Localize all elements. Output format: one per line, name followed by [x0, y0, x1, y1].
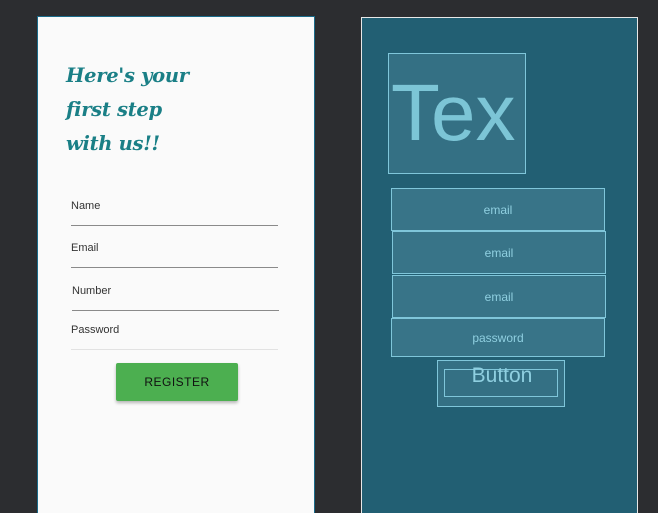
- blueprint-textview[interactable]: Tex: [388, 53, 526, 174]
- blueprint-textview-text: Tex: [391, 68, 516, 157]
- blueprint-button-label: Button: [471, 364, 533, 387]
- blueprint-preview: Tex email email email password Button: [361, 17, 638, 513]
- name-field[interactable]: Name: [71, 195, 278, 226]
- page-heading: Here's your first step with us!!: [66, 59, 266, 161]
- number-field[interactable]: Number: [72, 280, 279, 311]
- heading-line-1: Here's your: [66, 64, 189, 87]
- password-field[interactable]: Password: [71, 319, 278, 350]
- heading-line-3: with us!!: [66, 132, 160, 155]
- email-field-label: Email: [71, 242, 99, 254]
- blueprint-input-email-1[interactable]: email: [391, 188, 605, 231]
- register-button[interactable]: REGISTER: [116, 363, 238, 401]
- password-field-label: Password: [71, 324, 120, 336]
- blueprint-button[interactable]: Button: [437, 360, 565, 407]
- email-field[interactable]: Email: [71, 237, 278, 268]
- blueprint-input-password[interactable]: password: [391, 318, 605, 357]
- name-field-label: Name: [71, 200, 101, 212]
- number-field-label: Number: [72, 285, 112, 297]
- design-preview: Here's your first step with us!! Name Em…: [37, 16, 315, 513]
- blueprint-input-email-2[interactable]: email: [392, 231, 606, 274]
- blueprint-input-email-3[interactable]: email: [392, 275, 606, 318]
- heading-line-2: first step: [66, 98, 162, 121]
